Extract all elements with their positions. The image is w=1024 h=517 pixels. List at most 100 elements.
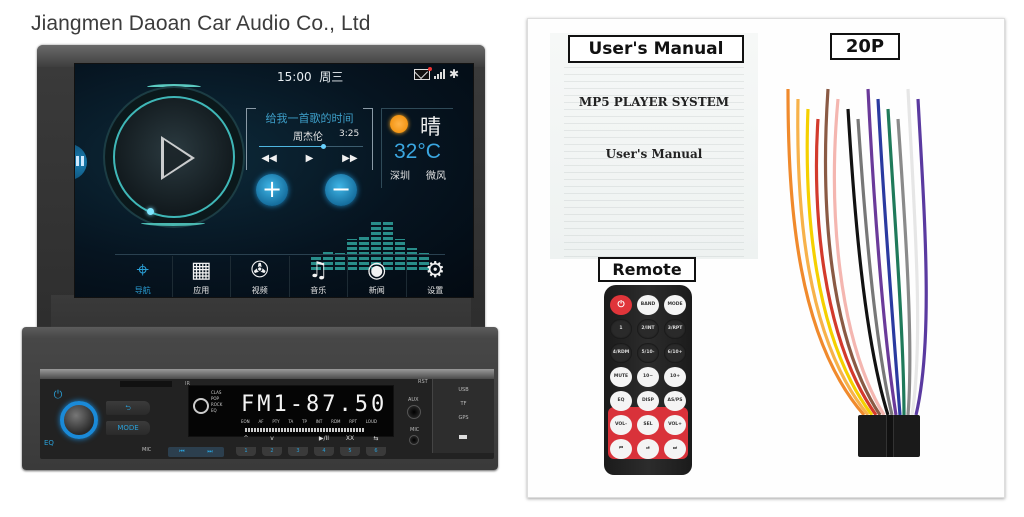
remote-button[interactable]: 4/RDM	[610, 343, 632, 363]
remote-button[interactable]: ⏯	[637, 439, 659, 459]
preset-button-1[interactable]: 1	[236, 447, 256, 456]
remote-button[interactable]: 6/10+	[664, 343, 686, 363]
music-widget: 给我一首歌的时间 周杰伦 3:25 ◀◀ ▶ ▶▶	[246, 108, 373, 170]
lcd-flag: TA	[288, 419, 294, 424]
mic-jack-label: MIC	[410, 427, 420, 433]
album-art-disc[interactable]	[113, 96, 235, 218]
grid-icon	[76, 156, 84, 166]
remote-button[interactable]: 10−	[637, 367, 659, 387]
motorized-screen-panel: 15:00 周三 ✱ 给我一首歌的时间 周杰伦 3:25 ◀◀ ▶ ▶▶ + −…	[37, 45, 485, 367]
preset-function-label: ▶/II	[318, 435, 330, 442]
song-progress-fill	[259, 146, 324, 147]
globe-icon: ◉	[367, 258, 387, 283]
mic-input-jack[interactable]	[409, 435, 419, 445]
fast-forward-button[interactable]: ▶▶	[342, 153, 357, 164]
remote-button[interactable]: 5/10-	[637, 343, 659, 363]
mode-button[interactable]: MODE	[106, 421, 150, 435]
company-name: Jiangmen Daoan Car Audio Co., Ltd	[31, 12, 371, 35]
remote-button[interactable]: VOL-	[610, 415, 632, 435]
lcd-flag: RDM	[331, 419, 341, 424]
preset-button-5[interactable]: 5	[340, 447, 360, 456]
head-unit-chassis: ⏻ EQ ⮌ MODE MIC IR CLAS POP ROCK EQ FM1-…	[22, 327, 498, 470]
usb-port-label: USB	[458, 387, 469, 393]
sun-icon	[390, 115, 408, 133]
dock-item-label: 应用	[193, 286, 210, 295]
status-clock: 15:00 周三	[277, 70, 344, 84]
remote-button[interactable]: 3/RPT	[664, 319, 686, 339]
mic-label: MIC	[142, 447, 152, 453]
lcd-display: CLAS POP ROCK EQ FM1-87.50 EON AF PTY TA TP I…	[188, 385, 394, 437]
dock-item-label: 音乐	[310, 286, 327, 295]
preset-button-4[interactable]: 4	[314, 447, 334, 456]
app-dock: ⌖ 导航 ▦ 应用 ✇ 视频 ♫ 音乐 ◉ 新闻 ⚙ 设置	[114, 256, 465, 297]
lcd-flag: TP	[302, 419, 307, 424]
port-cover[interactable]: USB TF GPS	[432, 379, 494, 453]
remote-button[interactable]: EQ	[610, 391, 632, 411]
preset-function-label: v	[270, 435, 274, 442]
weather-condition: 晴	[420, 115, 441, 139]
weather-temperature: 32°C	[394, 140, 441, 163]
lcd-flag: INT	[315, 419, 323, 424]
accessories-panel: User's Manual MP5 PLAYER SYSTEM User's M…	[527, 18, 1005, 498]
remote-control: ⏻ BAND MODE 1 2/INT 3/RPT 4/RDM 5/10- 6/10+ MUTE 1…	[604, 285, 692, 475]
manual-title: MP5 PLAYER SYSTEM	[578, 95, 730, 109]
song-title: 给我一首歌的时间	[265, 112, 354, 125]
volume-knob[interactable]	[60, 401, 98, 439]
disc-slot	[120, 381, 172, 387]
volume-down-button[interactable]: −	[325, 174, 357, 206]
app-drawer-tab[interactable]	[75, 144, 87, 180]
dock-item-2[interactable]: ✇ 视频	[231, 256, 290, 297]
song-progress-knob[interactable]	[321, 144, 327, 149]
bluetooth-icon: ✱	[448, 67, 459, 81]
remote-button[interactable]: 1	[610, 319, 632, 339]
remote-button[interactable]: 2/INT	[637, 319, 659, 339]
preset-button-6[interactable]: 6	[366, 447, 386, 456]
back-button[interactable]: ⮌	[106, 401, 150, 415]
lcd-flag: EON	[241, 419, 250, 424]
next-track-button[interactable]: ⏭	[207, 447, 212, 457]
preset-function-label: ^	[243, 435, 249, 442]
volume-up-button[interactable]: +	[256, 174, 288, 206]
rewind-button[interactable]: ◀◀	[261, 153, 276, 164]
seek-buttons: ⏮ ⏭	[168, 447, 224, 457]
play-button[interactable]: ▶	[306, 153, 314, 164]
remote-button[interactable]: MUTE	[610, 367, 632, 387]
lcd-segment-bar	[245, 428, 365, 432]
remote-button[interactable]: SEL	[637, 415, 659, 435]
weather-city: 深圳	[390, 171, 410, 182]
preset-button-3[interactable]: 3	[288, 447, 308, 456]
eq-button[interactable]: EQ	[44, 439, 54, 447]
remote-button[interactable]: DISP	[637, 391, 659, 411]
remote-button[interactable]: 10+	[664, 367, 686, 387]
remote-button[interactable]: ⏻	[610, 295, 632, 315]
weather-widget[interactable]: 晴 32°C 深圳 微风	[381, 108, 453, 188]
dock-item-1[interactable]: ▦ 应用	[173, 256, 231, 297]
previous-track-button[interactable]: ⏮	[179, 447, 184, 457]
remote-button[interactable]: ⏭	[664, 439, 686, 459]
play-icon[interactable]	[161, 136, 195, 180]
dock-item-5[interactable]: ⚙ 设置	[407, 256, 465, 297]
remote-caption: Remote	[598, 257, 696, 282]
dock-item-label: 新闻	[368, 286, 385, 295]
notification-dot	[427, 66, 432, 71]
song-progress-bar[interactable]	[259, 144, 363, 149]
dock-item-0[interactable]: ⌖ 导航	[114, 256, 173, 297]
preset-function-label: XX	[345, 435, 355, 442]
aux-label: AUX	[408, 397, 419, 403]
remote-button[interactable]: BAND	[637, 295, 659, 315]
remote-button[interactable]: AS/PS	[664, 391, 686, 411]
dock-item-3[interactable]: ♫ 音乐	[290, 256, 348, 297]
compass-icon: ⌖	[136, 258, 149, 283]
gps-slot-label: GPS	[458, 415, 469, 421]
touch-screen[interactable]: 15:00 周三 ✱ 给我一首歌的时间 周杰伦 3:25 ◀◀ ▶ ▶▶ + −…	[74, 63, 474, 298]
song-duration: 3:25	[339, 129, 360, 139]
eq-dial-icon	[193, 398, 209, 414]
dock-item-label: 视频	[251, 286, 268, 295]
aux-input-jack[interactable]	[407, 405, 421, 419]
preset-button-2[interactable]: 2	[262, 447, 282, 456]
disc-progress-dot	[147, 208, 154, 215]
remote-button[interactable]: ⏮	[610, 439, 632, 459]
remote-button[interactable]: MODE	[664, 295, 686, 315]
remote-button[interactable]: VOL+	[664, 415, 686, 435]
dock-item-4[interactable]: ◉ 新闻	[348, 256, 407, 297]
